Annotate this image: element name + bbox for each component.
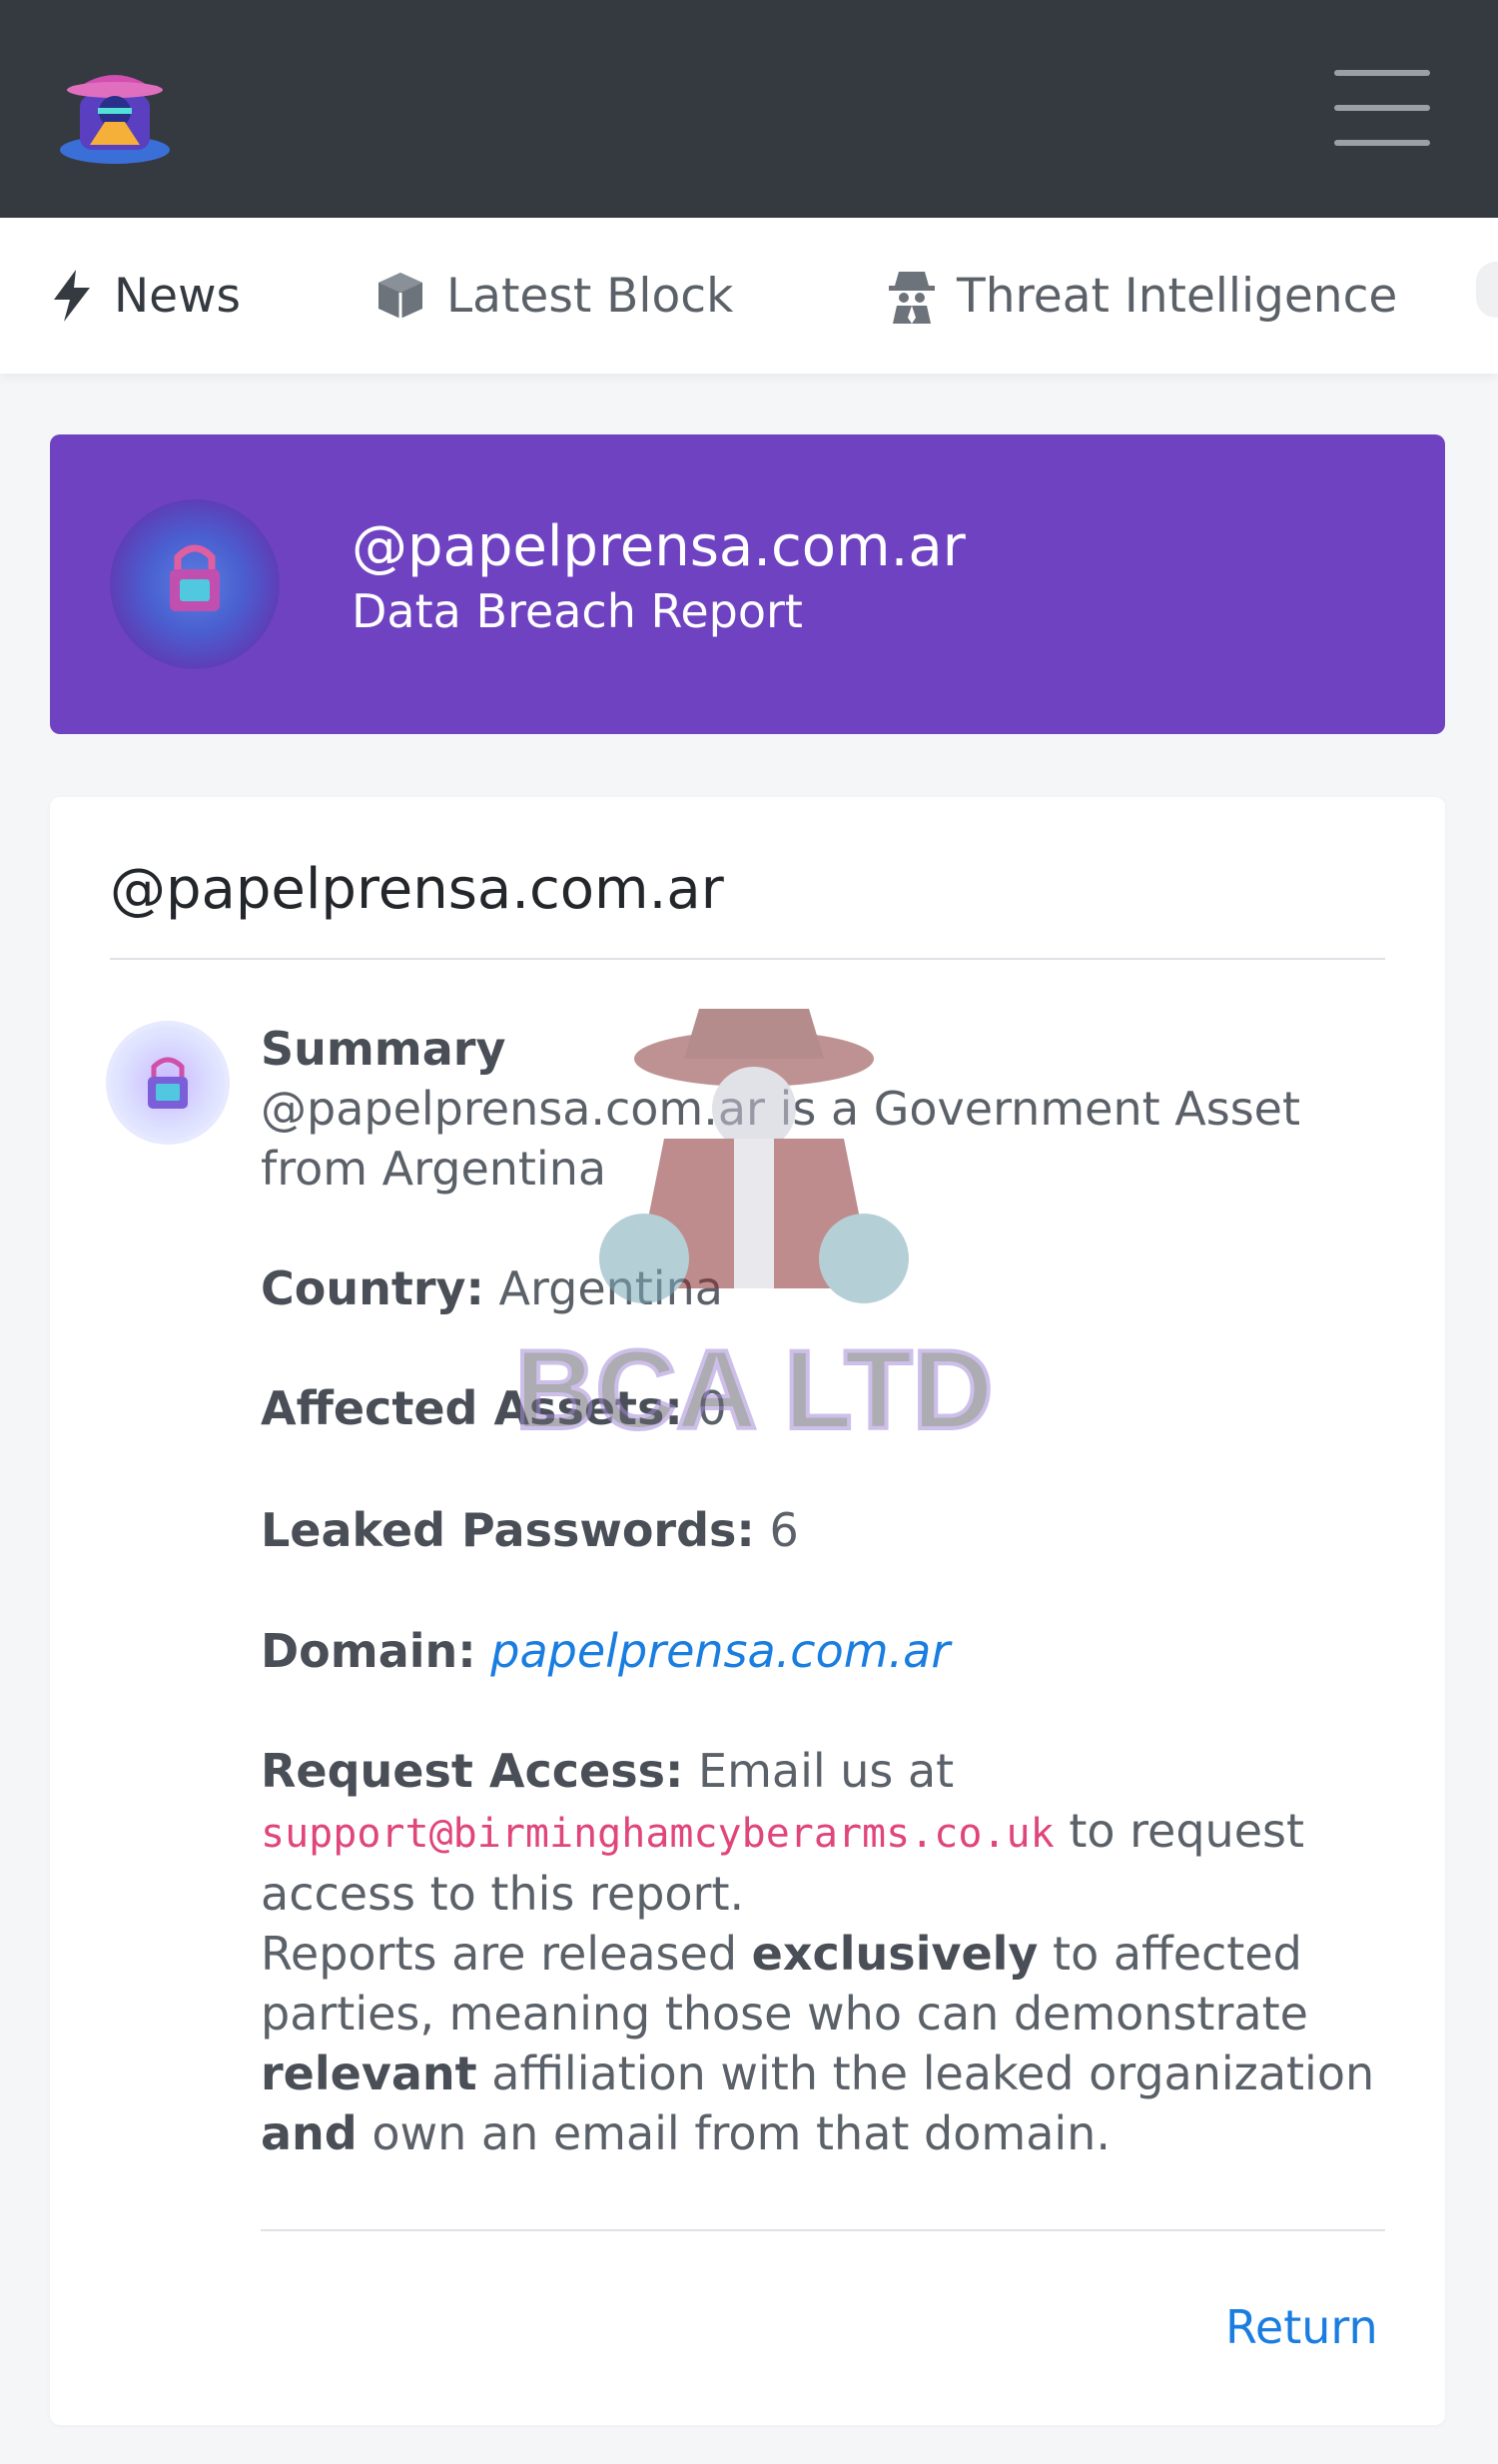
policy-emphasis: and bbox=[261, 2106, 358, 2160]
passwords-value: 6 bbox=[769, 1503, 799, 1557]
banner-subtitle: Data Breach Report bbox=[352, 584, 803, 638]
domain-field: Domain: papelprensa.com.ar bbox=[261, 1621, 950, 1681]
country-label: Country: bbox=[261, 1261, 484, 1315]
passwords-label: Leaked Passwords: bbox=[261, 1503, 755, 1557]
domain-link[interactable]: papelprensa.com.ar bbox=[490, 1624, 950, 1678]
policy-emphasis: exclusively bbox=[751, 1927, 1039, 1981]
divider bbox=[110, 958, 1385, 960]
policy-text: own an email from that domain. bbox=[372, 2106, 1111, 2160]
hacker-logo-icon[interactable] bbox=[50, 50, 180, 170]
tab-overflow-indicator[interactable] bbox=[1476, 262, 1498, 318]
report-banner: @papelprensa.com.ar Data Breach Report bbox=[50, 434, 1445, 734]
leaked-passwords-field: Leaked Passwords: 6 bbox=[261, 1500, 799, 1560]
request-pre-text: Email us at bbox=[698, 1744, 955, 1798]
report-title: @papelprensa.com.ar bbox=[110, 857, 724, 922]
nav-tabs: News Latest Block Threat Intelligence bbox=[0, 218, 1498, 374]
menu-bar bbox=[1334, 105, 1430, 111]
request-label: Request Access: bbox=[261, 1744, 684, 1798]
request-access-block: Request Access: Email us at support@birm… bbox=[261, 1741, 1389, 2163]
lightning-icon bbox=[54, 270, 90, 322]
lock-icon bbox=[110, 499, 280, 669]
menu-bar bbox=[1334, 140, 1430, 146]
spy-icon bbox=[889, 272, 935, 324]
banner-title: @papelprensa.com.ar bbox=[352, 514, 966, 579]
tab-news[interactable]: News bbox=[50, 218, 241, 374]
lock-glyph bbox=[170, 544, 220, 611]
hamburger-menu-button[interactable] bbox=[1334, 70, 1430, 146]
bca-watermark-icon: BCA LTD bbox=[512, 1009, 996, 1454]
return-link[interactable]: Return bbox=[1225, 2300, 1378, 2354]
divider bbox=[261, 2229, 1385, 2231]
top-navbar bbox=[0, 0, 1498, 218]
menu-bar bbox=[1334, 70, 1430, 76]
lock-avatar-icon bbox=[110, 1025, 226, 1141]
tab-label: Threat Intelligence bbox=[957, 268, 1398, 324]
tab-label: News bbox=[114, 268, 242, 324]
tab-label: Latest Block bbox=[446, 268, 734, 324]
summary-heading: Summary bbox=[261, 1022, 506, 1076]
cube-icon bbox=[378, 273, 422, 319]
watermark-text: BCA LTD bbox=[514, 1327, 993, 1452]
policy-text: Reports are released bbox=[261, 1927, 738, 1981]
policy-text: affiliation with the leaked organization bbox=[491, 2047, 1375, 2100]
support-email[interactable]: support@birminghamcyberarms.co.uk bbox=[261, 1811, 1055, 1857]
domain-label: Domain: bbox=[261, 1624, 476, 1678]
tab-threat-intelligence[interactable]: Threat Intelligence bbox=[887, 218, 1397, 374]
lock-glyph bbox=[148, 1057, 188, 1109]
tab-latest-block[interactable]: Latest Block bbox=[374, 218, 733, 374]
policy-emphasis: relevant bbox=[261, 2047, 477, 2100]
